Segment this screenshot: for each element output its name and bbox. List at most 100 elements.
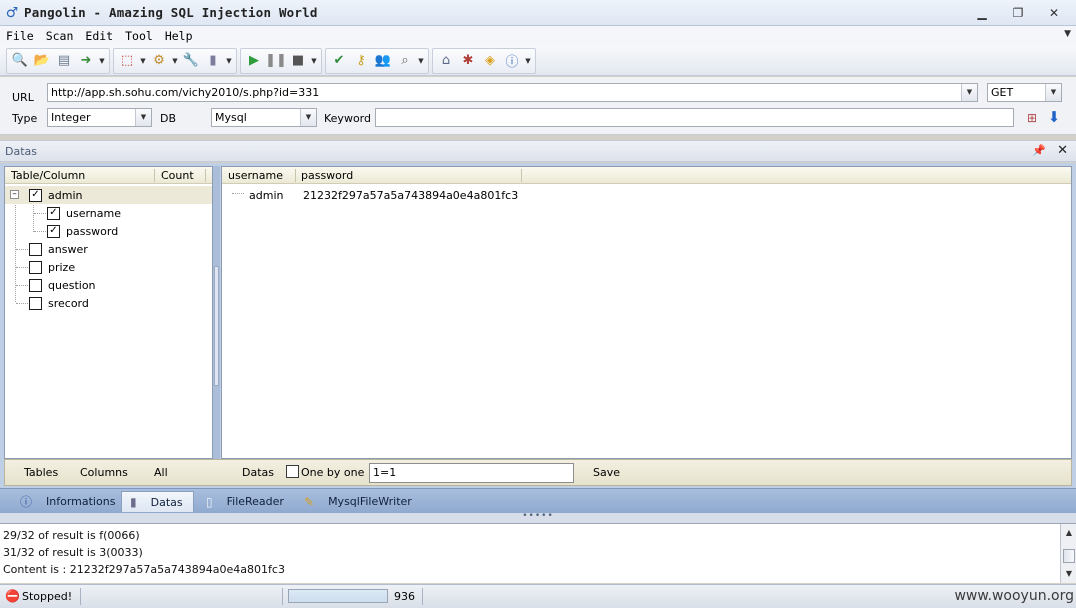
answer-checkbox[interactable] [29,242,42,256]
stop-status-icon: ⛔ [5,589,20,603]
search-icon[interactable]: ⌕ [394,50,416,72]
chevron-down-icon[interactable]: ▼ [309,57,319,65]
password-checkbox[interactable]: ✓ [47,224,60,238]
chevron-down-icon[interactable]: ▼ [97,57,107,65]
tree-item-prize[interactable]: prize [5,258,212,276]
srecord-checkbox[interactable] [29,296,42,310]
tab-informations[interactable]: ⓘ Informations [12,491,125,512]
db-select[interactable]: Mysql ▼ [211,108,317,127]
username-checkbox[interactable]: ✓ [47,206,60,220]
tab-filereader[interactable]: ▯ FileReader [198,491,294,512]
one-by-one-checkbox[interactable] [286,465,299,478]
log-output: 29/32 of result is f(0066) 31/32 of resu… [0,523,1076,583]
tree-header: Table/Column Count [5,167,212,184]
tree-item-question[interactable]: question [5,276,212,294]
chevron-down-icon[interactable]: ▼ [138,57,148,65]
tree-item-password[interactable]: ✓ password [5,222,212,240]
url-input[interactable]: http://app.sh.sohu.com/vichy2010/s.php?i… [47,83,978,102]
admin-checkbox[interactable]: ✓ [29,188,42,202]
pen-icon: ✎ [304,494,315,509]
grid-options-icon[interactable]: ⊞ [1023,109,1041,127]
settings-icon[interactable]: ⚙ [148,50,170,72]
package-icon[interactable]: ◈ [479,50,501,72]
filter-icon[interactable]: ⬚ [116,50,138,72]
panel-splitter[interactable] [213,166,220,459]
tree-header-table-column[interactable]: Table/Column [11,169,85,182]
db-value: Mysql [215,111,247,124]
toolbar-group-misc: ⌂ ✱ ◈ ⓘ ▼ [432,47,536,74]
column-divider[interactable] [205,169,206,182]
wrench-icon[interactable]: 🔧 [180,50,202,72]
tab-mysqlfilewriter[interactable]: ✎ MysqlFileWriter [296,491,422,512]
column-divider[interactable] [154,169,155,182]
tree-header-count[interactable]: Count [161,169,194,182]
resize-grip[interactable]: ••••• [0,512,1076,523]
tree-item-username[interactable]: ✓ username [5,204,212,222]
menu-scan[interactable]: Scan [40,29,80,43]
save-button[interactable]: Save [593,466,620,479]
log-scrollbar[interactable]: ▲ ▼ [1060,524,1076,583]
close-button[interactable]: ✕ [1036,3,1072,23]
download-arrow-icon[interactable]: ⬇ [1045,108,1063,126]
scroll-thumb[interactable] [1063,549,1075,563]
tree-item-srecord[interactable]: srecord [5,294,212,312]
tree-item-admin[interactable]: – ✓ admin [5,186,212,204]
type-dropdown-button[interactable]: ▼ [135,109,151,126]
method-select[interactable]: GET ▼ [987,83,1062,102]
column-divider[interactable] [295,169,296,182]
scroll-up-icon[interactable]: ▲ [1063,527,1075,539]
columns-button[interactable]: Columns [80,466,128,479]
info-icon[interactable]: ⓘ [501,50,523,72]
chevron-down-icon[interactable]: ▼ [416,57,426,65]
grid-header-password[interactable]: password [301,169,353,182]
grid-header-username[interactable]: username [228,169,283,182]
pause-icon[interactable]: ❚❚ [265,50,287,72]
save-icon[interactable]: ▤ [53,50,75,72]
open-icon[interactable]: 📂 [31,50,53,72]
close-panel-icon[interactable]: ✕ [1057,143,1068,158]
menu-help[interactable]: Help [159,29,199,43]
chevron-down-icon[interactable]: ▼ [170,57,180,65]
menu-tool[interactable]: Tool [119,29,159,43]
scroll-down-icon[interactable]: ▼ [1063,568,1075,580]
datas-button[interactable]: Datas [242,466,274,479]
all-button[interactable]: All [154,466,168,479]
condition-input[interactable]: 1=1 [369,463,574,483]
tables-button[interactable]: Tables [24,466,58,479]
url-value: http://app.sh.sohu.com/vichy2010/s.php?i… [51,86,320,99]
question-checkbox[interactable] [29,278,42,292]
menu-file[interactable]: File [0,29,40,43]
chevron-down-icon[interactable]: ▼ [523,57,533,65]
url-dropdown-button[interactable]: ▼ [961,84,977,101]
file-icon: ▯ [206,494,213,509]
stop-icon[interactable]: ■ [287,50,309,72]
users-icon[interactable]: 👥 [372,50,394,72]
db-dropdown-button[interactable]: ▼ [300,109,316,126]
menu-overflow-icon[interactable]: ▼ [1064,29,1071,39]
play-icon[interactable]: ▶ [243,50,265,72]
chevron-down-icon[interactable]: ▼ [224,57,234,65]
pin-icon[interactable]: 📌 [1032,144,1046,157]
magnifier-icon[interactable]: 🔍 [9,50,31,72]
export-icon[interactable]: ➜ [75,50,97,72]
collapse-icon[interactable]: – [10,190,19,199]
splitter-handle[interactable] [214,266,219,386]
minimize-button[interactable]: ▁ [964,3,1000,23]
restore-button[interactable]: ❐ [1000,3,1036,23]
prize-checkbox[interactable] [29,260,42,274]
tab-datas[interactable]: ▮ Datas [121,491,194,512]
type-select[interactable]: Integer ▼ [47,108,152,127]
bug-icon[interactable]: ✱ [457,50,479,72]
database-icon[interactable]: ▮ [202,50,224,72]
column-divider[interactable] [521,169,522,182]
keyword-input[interactable] [375,108,1014,127]
method-dropdown-button[interactable]: ▼ [1045,84,1061,101]
key-icon[interactable]: ⚷ [350,50,372,72]
bottom-tabs: ⓘ Informations ▮ Datas ▯ FileReader ✎ My… [0,488,1076,513]
table-row[interactable]: admin 21232f297a57a5a743894a0e4a801fc3 [222,186,1071,204]
check-icon[interactable]: ✔ [328,50,350,72]
menu-edit[interactable]: Edit [79,29,119,43]
tree-item-label: password [66,224,119,238]
home-icon[interactable]: ⌂ [435,50,457,72]
tree-item-answer[interactable]: answer [5,240,212,258]
